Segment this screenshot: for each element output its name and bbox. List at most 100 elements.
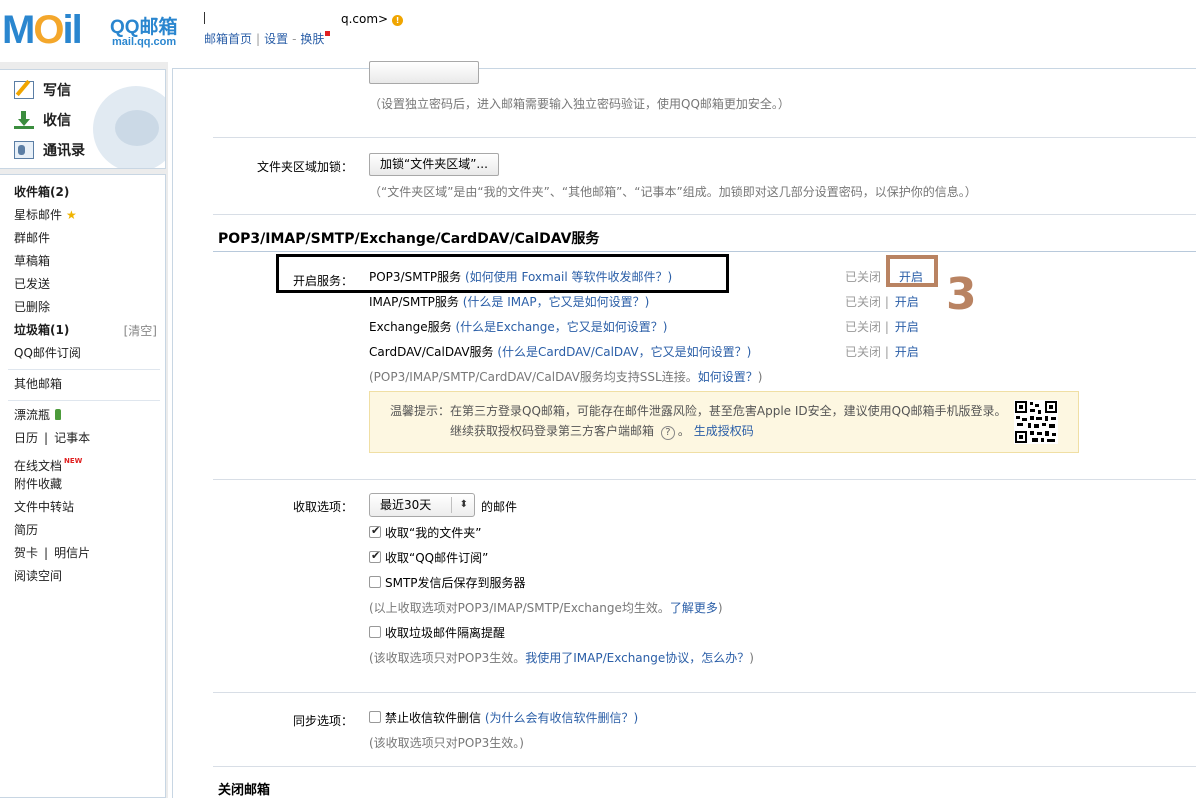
highlight-box-pop3 (276, 254, 729, 293)
forbid-delete-checkbox[interactable] (369, 711, 381, 723)
contacts-label: 通讯录 (43, 143, 85, 159)
services-section-title: POP3/IMAP/SMTP/Exchange/CardDAV/CalDAV服务 (218, 231, 600, 247)
folder-deleted[interactable]: 已删除 (14, 299, 50, 315)
forbid-delete-row: 禁止收信软件删信 (为什么会有收信软件删信？) (385, 709, 638, 726)
section-divider (213, 766, 1196, 767)
why-delete-link[interactable]: (为什么会有收信软件删信？) (485, 711, 638, 725)
other-mailbox[interactable]: 其他邮箱 (14, 376, 62, 392)
tool-file-transfer[interactable]: 文件中转站 (14, 499, 74, 515)
folder-spam[interactable]: 垃圾箱(1) (14, 322, 69, 338)
star-icon: ★ (66, 208, 77, 222)
tool-notes[interactable]: 记事本 (54, 431, 90, 445)
quick-actions-panel: 写信 收信 通讯录 (0, 69, 166, 169)
service-row-carddav: CardDAV/CalDAV服务 (什么是CardDAV/CalDAV，它又是如… (369, 343, 751, 360)
tool-online-docs[interactable]: 在线文档 NEW (14, 453, 82, 474)
enable-carddav-button[interactable]: 开启 (895, 345, 919, 359)
compose-icon (14, 81, 34, 99)
compose-label: 写信 (43, 83, 71, 99)
close-mailbox-title: 关闭邮箱 (218, 783, 271, 798)
receive-note: (以上收取选项对POP3/IMAP/SMTP/Exchange均生效。了解更多) (369, 601, 723, 615)
set-password-button[interactable] (369, 61, 479, 84)
service-name: IMAP/SMTP服务 (369, 295, 459, 309)
tip-line-1: 温馨提示：在第三方登录QQ邮箱，可能存在邮件泄露风险，甚至危害Apple ID安… (390, 404, 1007, 418)
new-badge: NEW (64, 457, 83, 465)
compose-button[interactable]: 写信 (14, 80, 71, 100)
tool-attachments[interactable]: 附件收藏 (14, 476, 62, 492)
service-row-imap: IMAP/SMTP服务 (什么是 IMAP，它又是如何设置？) (369, 293, 649, 310)
sidebar-divider (8, 400, 160, 401)
folder-group-mail[interactable]: 群邮件 (14, 230, 50, 246)
enable-exchange-button[interactable]: 开启 (895, 320, 919, 334)
folder-lock-note: （“文件夹区域”是由“我的文件夹”、“其他邮箱”、“记事本”组成。加锁即对这几部… (369, 185, 977, 199)
logo-title: QQ邮箱 (110, 17, 178, 38)
service-name: Exchange服务 (369, 320, 452, 334)
receive-mail-button[interactable]: 收信 (14, 110, 71, 130)
service-status-exchange: 已关闭 | 开启 (845, 320, 919, 334)
service-help-link[interactable]: (什么是Exchange，它又是如何设置？) (455, 320, 667, 334)
tool-calendar[interactable]: 日历 (14, 431, 38, 445)
user-email: q.com>! (204, 12, 404, 26)
folder-lock-label: 文件夹区域加锁： (256, 160, 353, 174)
folder-qq-subscription[interactable]: QQ邮件订阅 (14, 345, 81, 361)
bottle-icon (55, 409, 62, 420)
sync-note: (该收取选项只对POP3生效。) (369, 736, 524, 750)
sync-options-label: 同步选项： (292, 714, 353, 728)
tool-postcard[interactable]: 明信片 (54, 546, 90, 560)
tool-drift-bottle[interactable]: 漂流瓶 (14, 407, 62, 423)
receive-my-folders-label: 收取“我的文件夹” (385, 526, 482, 540)
ssl-note: (POP3/IMAP/SMTP/CardDAV/CalDAV服务均支持SSL连接… (369, 370, 763, 384)
enable-imap-button[interactable]: 开启 (895, 295, 919, 309)
tool-resume[interactable]: 简历 (14, 522, 38, 538)
folder-drafts[interactable]: 草稿箱 (14, 253, 50, 269)
link-change-skin[interactable]: 换肤 (300, 32, 324, 46)
receive-label: 收信 (43, 113, 71, 129)
spam-reminder-label: 收取垃圾邮件隔离提醒 (385, 626, 506, 640)
password-note: （设置独立密码后，进入邮箱需要输入独立密码验证，使用QQ邮箱更加安全。） (369, 97, 790, 111)
smtp-save-checkbox[interactable] (369, 576, 381, 588)
section-divider (213, 137, 1196, 138)
section-title-underline (213, 251, 1196, 252)
ssl-howto-link[interactable]: 如何设置？ (698, 370, 758, 384)
service-help-link[interactable]: (什么是 IMAP，它又是如何设置？) (463, 295, 650, 309)
link-separator: - (292, 32, 297, 46)
help-circle-icon[interactable]: ? (660, 426, 675, 440)
receive-subscription-checkbox[interactable] (369, 549, 381, 563)
service-name: CardDAV/CalDAV服务 (369, 345, 494, 359)
spam-reminder-checkbox[interactable] (369, 626, 381, 638)
folder-inbox[interactable]: 收件箱(2) (14, 184, 69, 200)
receive-options-label: 收取选项： (292, 500, 353, 514)
sidebar-divider (8, 369, 160, 370)
text-cursor (204, 12, 205, 24)
select-arrows-icon: ⬍ (459, 499, 468, 510)
sidebar: 写信 收信 通讯录 收件箱(2) 星标邮件 ★ 群邮件 草稿箱 已发送 已删除 垃… (0, 62, 168, 798)
tool-greeting-card[interactable]: 贺卡 (14, 546, 38, 560)
folder-list: 收件箱(2) 星标邮件 ★ 群邮件 草稿箱 已发送 已删除 垃圾箱(1) [清空]… (0, 174, 166, 798)
qr-code-icon (1014, 400, 1058, 444)
folder-starred[interactable]: 星标邮件 ★ (14, 207, 77, 223)
logo-url: mail.qq.com (112, 36, 177, 48)
folder-sent[interactable]: 已发送 (14, 276, 50, 292)
smtp-save-label: SMTP发信后保存到服务器 (385, 576, 526, 590)
receive-range-select[interactable]: 最近30天 ⬍ (369, 493, 475, 517)
generate-auth-code-link[interactable]: 生成授权码 (694, 424, 754, 438)
logo-wordmark: MOil (2, 8, 83, 52)
tool-reading-space[interactable]: 阅读空间 (14, 568, 62, 584)
clear-spam-link[interactable]: [清空] (124, 322, 157, 339)
tool-calendar-notes: 日历 | 记事本 (14, 431, 91, 445)
warning-icon[interactable]: ! (392, 15, 404, 26)
inbox-download-icon (14, 111, 34, 129)
top-links: 邮箱首页 | 设置 - 换肤 (204, 30, 331, 47)
lock-folders-button[interactable]: 加锁“文件夹区域”... (369, 153, 499, 176)
highlight-box-enable (886, 255, 938, 287)
settings-panel: （设置独立密码后，进入邮箱需要输入独立密码验证，使用QQ邮箱更加安全。） 文件夹… (172, 61, 1196, 798)
contacts-button[interactable]: 通讯录 (14, 140, 85, 160)
link-mail-home[interactable]: 邮箱首页 (204, 32, 252, 46)
receive-my-folders-checkbox[interactable] (369, 524, 381, 538)
learn-more-link[interactable]: 了解更多 (670, 601, 718, 615)
service-help-link[interactable]: (什么是CardDAV/CalDAV，它又是如何设置？) (497, 345, 751, 359)
link-settings[interactable]: 设置 (264, 32, 288, 46)
section-divider (213, 692, 1196, 693)
tool-cards-postcards: 贺卡 | 明信片 (14, 546, 91, 560)
qq-mail-logo[interactable]: MOil QQ邮箱 mail.qq.com (0, 6, 200, 54)
imap-exchange-help-link[interactable]: 我使用了IMAP/Exchange协议，怎么办？ (525, 651, 749, 665)
